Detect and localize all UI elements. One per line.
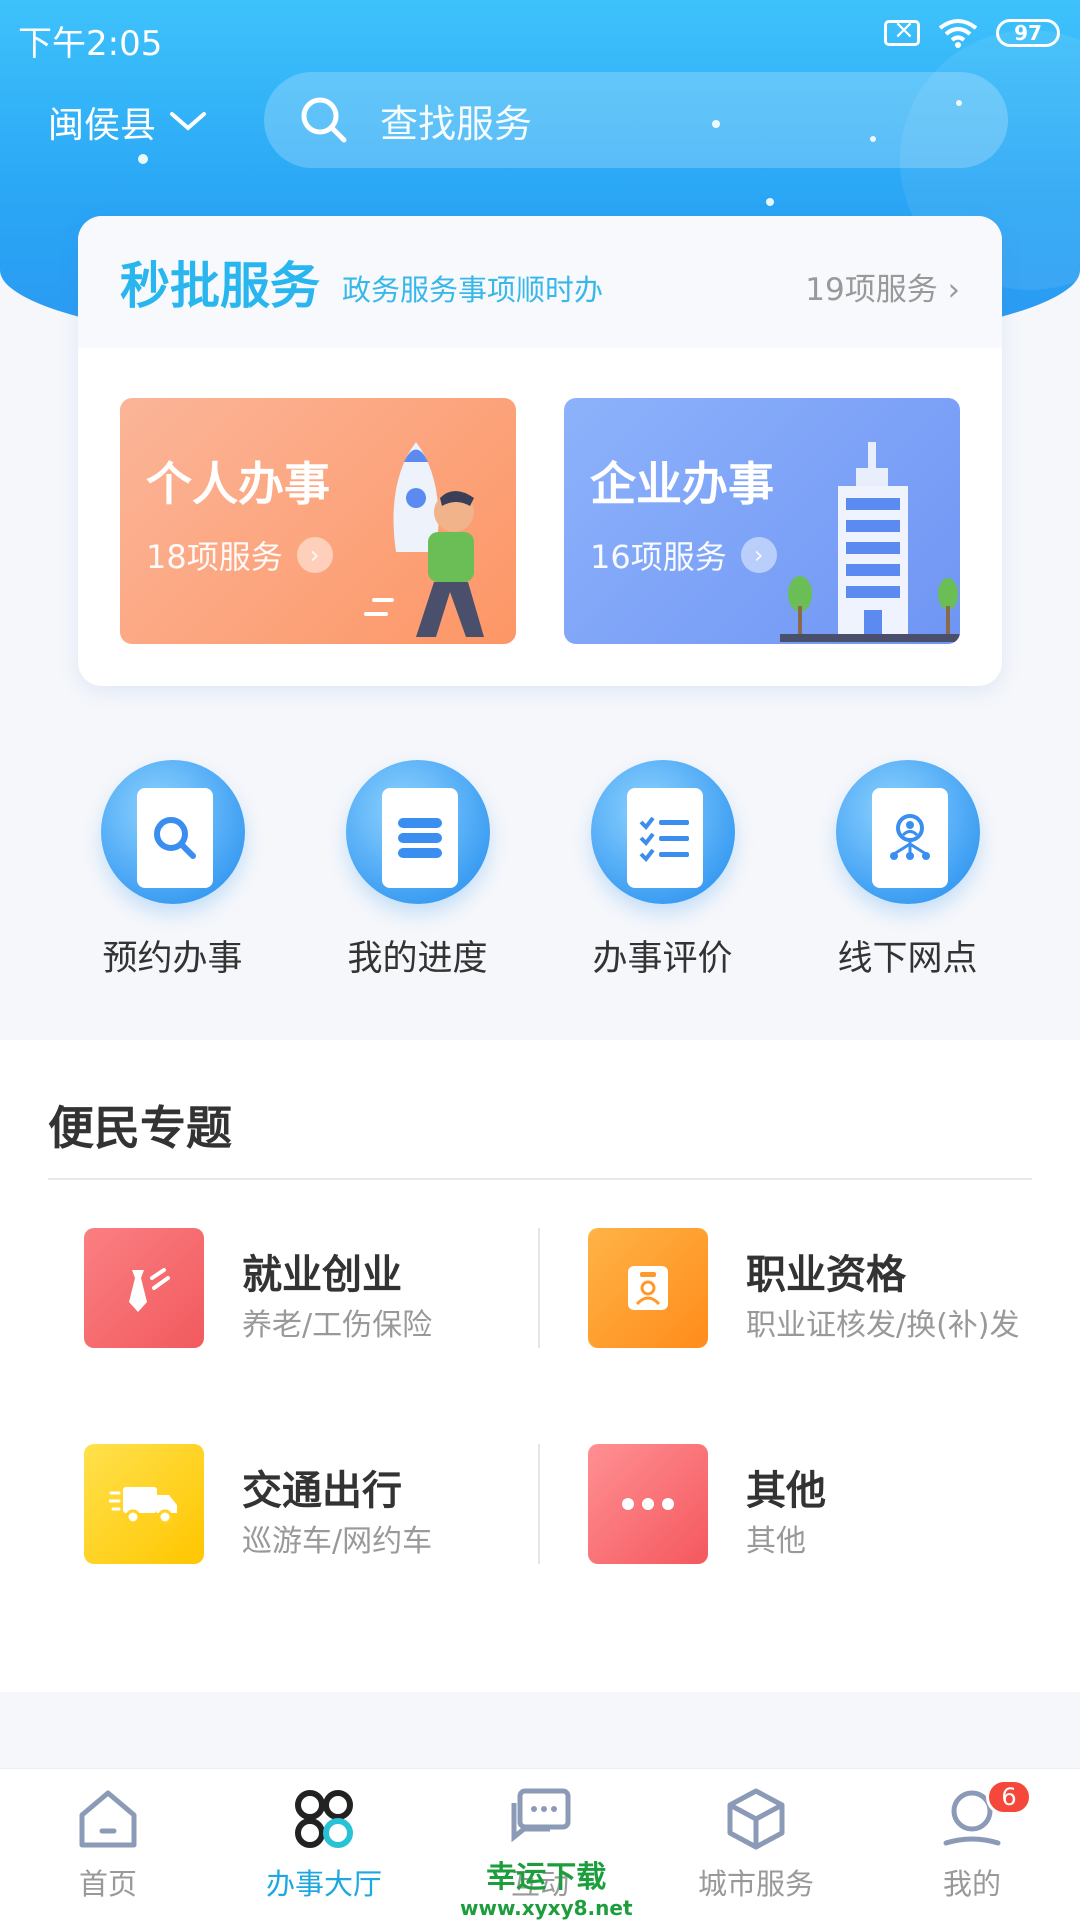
card-header: 秒批服务 政务服务事项顺时办 19项服务 ›	[78, 216, 1002, 348]
topic-other[interactable]: 其他 其他	[588, 1444, 1068, 1564]
watermark: 幸运下载 www.xyxy8.net	[460, 1852, 633, 1920]
quick-action-appointment[interactable]: 预约办事	[73, 760, 273, 981]
tab-profile[interactable]: 6 我的	[864, 1769, 1080, 1920]
tab-city-services[interactable]: 城市服务	[648, 1769, 864, 1920]
status-time: 下午2:05	[18, 24, 163, 64]
chat-icon	[511, 1788, 571, 1843]
quick-action-evaluation[interactable]: 办事评价	[563, 760, 763, 981]
card-subtitle: 政务服务事项顺时办	[342, 273, 604, 307]
tab-label: 办事大厅	[265, 1867, 382, 1901]
no-sim-icon	[884, 15, 920, 46]
notification-badge: 6	[986, 1779, 1032, 1815]
quick-action-label: 线下网点	[837, 939, 978, 979]
checklist-doc-icon	[590, 760, 735, 904]
rocket-person-illustration	[364, 442, 484, 637]
business-affairs-tile[interactable]: 企业办事 16项服务 ›	[564, 398, 960, 644]
search-placeholder: 查找服务	[380, 101, 533, 146]
quick-action-label: 办事评价	[592, 939, 733, 979]
search-input[interactable]: 查找服务	[264, 72, 1008, 168]
progress-doc-icon	[345, 760, 490, 904]
wifi-icon	[938, 19, 978, 48]
topic-subtitle: 巡游车/网约车	[242, 1524, 433, 1559]
truck-icon	[84, 1444, 204, 1564]
tie-icon	[84, 1228, 204, 1348]
tab-service-hall[interactable]: 办事大厅	[216, 1769, 432, 1920]
battery-indicator: 97	[996, 19, 1060, 47]
tab-label: 首页	[78, 1867, 137, 1901]
card-more-link[interactable]: 19项服务 ›	[805, 264, 960, 309]
divider	[538, 1228, 540, 1348]
watermark-title: 幸运下载	[486, 1860, 607, 1895]
more-icon	[588, 1444, 708, 1564]
status-bar: 下午2:05 97	[0, 0, 1080, 70]
topic-title: 职业资格	[746, 1252, 906, 1298]
topic-subtitle: 养老/工伤保险	[242, 1308, 433, 1343]
tab-home[interactable]: 首页	[0, 1769, 216, 1920]
location-selector[interactable]: 闽侯县	[48, 96, 208, 148]
tile-count: 16项服务 ›	[590, 532, 777, 578]
badge-icon	[588, 1228, 708, 1348]
tab-label: 城市服务	[697, 1867, 814, 1901]
personal-affairs-tile[interactable]: 个人办事 18项服务 ›	[120, 398, 516, 644]
tab-label: 我的	[942, 1867, 1001, 1901]
convenience-topics-section: 便民专题 就业创业 养老/工伤保险 职业资格 职业证核发/换(补)发 交通出行 …	[0, 1040, 1080, 1692]
network-doc-icon	[835, 760, 980, 904]
divider	[48, 1178, 1032, 1180]
topic-transportation[interactable]: 交通出行 巡游车/网约车	[84, 1444, 564, 1564]
topic-professional-qualification[interactable]: 职业资格 职业证核发/换(补)发	[588, 1228, 1068, 1348]
topic-employment[interactable]: 就业创业 养老/工伤保险	[84, 1228, 564, 1348]
quick-actions: 预约办事 我的进度 办事评价 线下网点	[0, 760, 1080, 981]
search-doc-icon	[100, 760, 245, 904]
chevron-right-icon: ›	[947, 272, 960, 308]
home-icon	[79, 1790, 137, 1848]
cube-icon	[727, 1788, 785, 1850]
search-icon	[301, 97, 347, 143]
chevron-down-icon	[170, 112, 207, 131]
divider	[538, 1444, 540, 1564]
topic-subtitle: 其他	[746, 1524, 806, 1559]
topic-title: 就业创业	[242, 1252, 402, 1298]
topic-subtitle: 职业证核发/换(补)发	[746, 1308, 1020, 1343]
quick-action-offline-sites[interactable]: 线下网点	[808, 760, 1008, 981]
topic-title: 其他	[746, 1468, 826, 1514]
tile-title: 企业办事	[590, 457, 774, 511]
tile-title: 个人办事	[146, 457, 330, 511]
card-title: 秒批服务	[120, 257, 320, 315]
location-label: 闽侯县	[48, 105, 157, 146]
tile-count: 18项服务 ›	[146, 532, 333, 578]
topic-title: 交通出行	[242, 1468, 402, 1514]
quick-action-progress[interactable]: 我的进度	[318, 760, 518, 981]
watermark-url: www.xyxy8.net	[460, 1896, 633, 1920]
section-title: 便民专题	[48, 1101, 232, 1155]
building-illustration	[780, 442, 960, 642]
quick-action-label: 我的进度	[347, 939, 488, 979]
arrow-right-icon: ›	[740, 537, 777, 573]
arrow-right-icon: ›	[296, 537, 333, 573]
grid-icon	[295, 1790, 353, 1848]
quick-action-label: 预约办事	[102, 939, 243, 979]
